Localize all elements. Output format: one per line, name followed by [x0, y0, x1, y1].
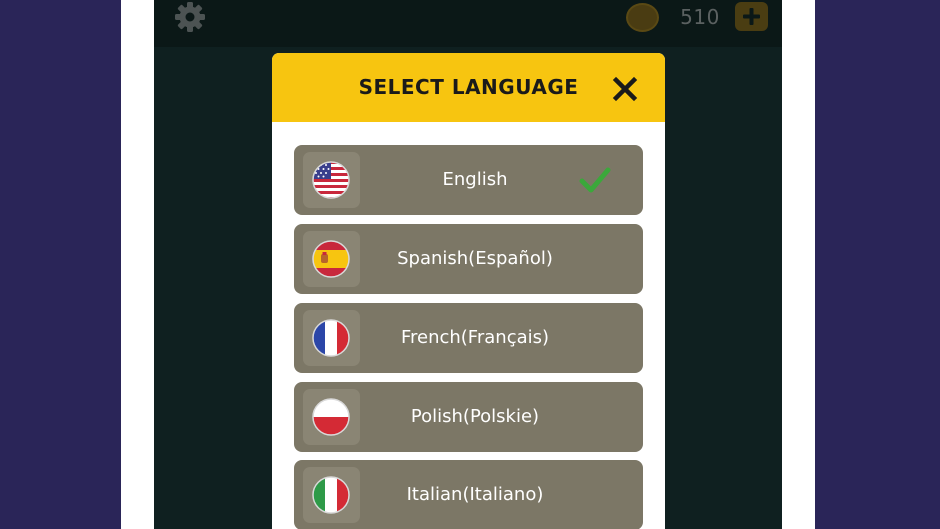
language-label: Spanish(Español)	[397, 248, 553, 269]
spain-flag-icon	[312, 240, 350, 278]
flag-badge	[303, 467, 360, 523]
language-label: English	[442, 169, 508, 190]
language-option-italian[interactable]: Italian(Italiano)	[294, 460, 643, 529]
dialog-header: SELECT LANGUAGE	[272, 53, 665, 122]
flag-badge	[303, 310, 360, 366]
game-screen: 510 SELECT LANGUAGE English Spanish(Espa…	[154, 0, 782, 529]
poland-flag-icon	[312, 398, 350, 436]
flag-badge	[303, 231, 360, 287]
gear-icon[interactable]	[174, 1, 206, 33]
language-option-spanish[interactable]: Spanish(Español)	[294, 224, 643, 294]
close-button[interactable]	[610, 74, 640, 104]
top-bar: 510	[154, 0, 782, 47]
plus-icon	[743, 8, 760, 25]
add-coins-button[interactable]	[735, 2, 768, 31]
france-flag-icon	[312, 319, 350, 357]
close-icon	[612, 76, 638, 102]
language-dialog: SELECT LANGUAGE English Spanish(Español)…	[272, 53, 665, 529]
flag-badge	[303, 389, 360, 445]
language-option-french[interactable]: French(Français)	[294, 303, 643, 373]
us-flag-icon	[312, 161, 350, 199]
language-option-english[interactable]: English	[294, 145, 643, 215]
italy-flag-icon	[312, 476, 350, 514]
dialog-title: SELECT LANGUAGE	[358, 75, 579, 99]
language-label: Polish(Polskie)	[410, 406, 540, 427]
language-label: Italian(Italiano)	[406, 484, 544, 505]
checkmark-icon	[579, 167, 611, 193]
coin-icon	[626, 3, 659, 32]
coin-count: 510	[680, 5, 720, 29]
language-option-polish[interactable]: Polish(Polskie)	[294, 382, 643, 452]
language-label: French(Français)	[400, 327, 550, 348]
flag-badge	[303, 152, 360, 208]
